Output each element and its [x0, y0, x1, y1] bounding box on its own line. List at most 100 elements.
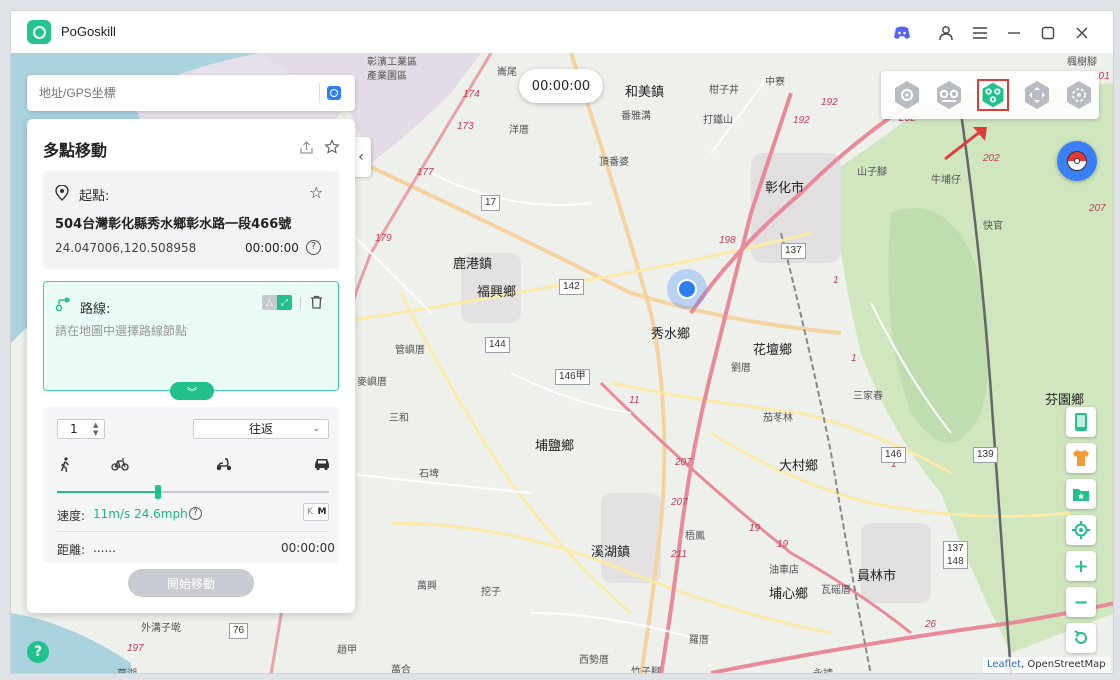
bicycle-icon[interactable] [111, 457, 129, 475]
device-icon[interactable] [1066, 407, 1096, 437]
current-location-marker[interactable] [667, 269, 707, 309]
search-bar [27, 75, 355, 111]
road-shield: 146甲 [555, 369, 590, 385]
place-label: 三家春 [853, 391, 883, 402]
zoom-out-icon[interactable]: − [1066, 587, 1096, 617]
route-number: 197 [127, 643, 144, 654]
place-label: 牛埔仔 [931, 175, 961, 186]
minimize-icon[interactable] [1003, 22, 1025, 44]
place-label: 羅厝 [689, 635, 709, 646]
start-move-button[interactable]: 開始移動 [128, 569, 254, 597]
app-window: PoGoskill 和美鎮 彰化市 鹿港鎮 福興鄉 秀水鄉 花壇鄉 埔鹽鄉 大村… [10, 10, 1114, 674]
expand-chevron-button[interactable]: ︾ [170, 382, 214, 400]
expand-path-icon[interactable]: ⤢ [277, 295, 292, 310]
road-shield: 76 [229, 623, 249, 639]
route-mode-value: 往返 [248, 422, 273, 436]
divider [300, 297, 301, 309]
star-icon[interactable]: ☆ [309, 183, 323, 202]
search-input[interactable] [39, 83, 309, 103]
distance-time: 00:00:00 [281, 541, 335, 555]
unit-k[interactable]: K [304, 504, 316, 520]
leaflet-link[interactable]: Leaflet [987, 659, 1021, 670]
stepper-arrows-icon[interactable]: ▲ ▼ [93, 421, 102, 437]
route-number: 207 [671, 497, 688, 508]
place-label: 花壇鄉 [753, 342, 793, 357]
reset-icon[interactable] [1066, 623, 1096, 653]
search-icon[interactable] [327, 86, 341, 100]
place-label: 趙甲 [337, 645, 357, 656]
start-address: 504台灣彰化縣秀水鄉彰水路一段466號 [55, 217, 292, 232]
speed-slider[interactable] [57, 485, 329, 499]
place-label: 劉厝 [731, 363, 751, 374]
distance-label: 距離: [57, 543, 86, 557]
locate-me-icon[interactable] [1066, 515, 1096, 545]
titlebar: PoGoskill [11, 11, 1113, 53]
speed-value: 11m/s 24.6mph [93, 507, 188, 521]
speed-slider-thumb[interactable] [155, 485, 161, 499]
pokeball-icon[interactable] [1057, 141, 1097, 181]
zoom-in-icon[interactable]: + [1066, 551, 1096, 581]
help-icon[interactable]: ? [27, 641, 49, 663]
route-mode-select[interactable]: 往返 ⌄ [193, 419, 329, 439]
loop-count-value: 1 [70, 422, 78, 436]
favorites-icon[interactable] [1066, 479, 1096, 509]
share-icon[interactable] [297, 138, 315, 156]
unit-m[interactable]: M [316, 504, 328, 520]
multi-spot-mode-icon[interactable] [977, 79, 1009, 111]
movement-settings: 1 ▲ ▼ 往返 ⌄ 速度: 11m/s 24.6mph ? K M 距離: .… [43, 407, 339, 563]
route-number: 174 [463, 89, 480, 100]
trash-icon[interactable] [310, 295, 323, 313]
map-attribution: Leaflet, OpenStreetMap [983, 657, 1110, 673]
route-number: 179 [375, 233, 392, 244]
app-title: PoGoskill [61, 24, 116, 39]
mode-toolbar [881, 71, 1099, 119]
route-mode-toggle[interactable]: △ ⤢ [262, 295, 292, 310]
route-number: 19 [749, 523, 761, 534]
speed-label: 速度: [57, 509, 86, 523]
route-number: 198 [719, 235, 736, 246]
map-view[interactable]: 和美鎮 彰化市 鹿港鎮 福興鄉 秀水鄉 花壇鄉 埔鹽鄉 大村鄉 芬園鄉 溪湖鎮 … [11, 53, 1113, 673]
place-label: 彰化市 [765, 180, 805, 195]
place-label: 油車店 [769, 565, 799, 576]
place-label: 洋厝 [509, 125, 529, 136]
two-spot-mode-icon[interactable] [933, 79, 965, 111]
route-number: 192 [793, 115, 810, 126]
joystick-mode-icon[interactable] [1021, 79, 1053, 111]
loop-count-stepper[interactable]: 1 ▲ ▼ [57, 419, 105, 439]
place-label: 西勢厝 [579, 655, 609, 666]
unit-toggle[interactable]: K M [303, 503, 329, 521]
scatter-mode-icon[interactable] [1063, 79, 1095, 111]
discord-icon[interactable] [891, 22, 913, 44]
place-label: 快官 [983, 221, 1003, 232]
place-label: 溪湖鎮 [591, 544, 631, 559]
attribution-text: , OpenStreetMap [1021, 659, 1106, 670]
scooter-icon[interactable] [215, 457, 233, 475]
route-number: 26 [925, 619, 937, 630]
start-coordinates: 24.047006,120.508958 [55, 241, 197, 255]
walk-icon[interactable] [59, 457, 71, 477]
teleport-mode-icon[interactable] [891, 79, 923, 111]
user-icon[interactable] [935, 22, 957, 44]
route-number: 192 [821, 97, 838, 108]
favorite-list-icon[interactable] [323, 138, 341, 156]
place-label: 大村鄉 [779, 458, 819, 473]
close-icon[interactable] [1071, 22, 1093, 44]
route-number: 207 [1089, 203, 1106, 214]
start-point-card: 起點: ☆ 504台灣彰化縣秀水鄉彰水路一段466號 24.047006,120… [43, 171, 339, 269]
search-divider [319, 83, 320, 103]
place-label: 石埤 [419, 469, 439, 480]
route-number: 19 [777, 539, 789, 550]
shirt-icon[interactable] [1066, 443, 1096, 473]
car-icon[interactable] [313, 457, 331, 475]
place-label: 秀水鄉 [651, 326, 691, 341]
help-icon[interactable]: ? [306, 240, 321, 255]
place-label: 萬興 [417, 581, 437, 592]
place-label: 柑子井 [709, 85, 739, 96]
straight-line-icon[interactable]: △ [262, 295, 277, 310]
menu-icon[interactable] [969, 22, 991, 44]
place-label: 茄苳林 [763, 413, 793, 424]
place-label: 管嶼厝 [395, 345, 425, 356]
help-icon[interactable]: ? [189, 507, 202, 520]
start-time: 00:00:00 [245, 241, 299, 255]
maximize-icon[interactable] [1037, 22, 1059, 44]
